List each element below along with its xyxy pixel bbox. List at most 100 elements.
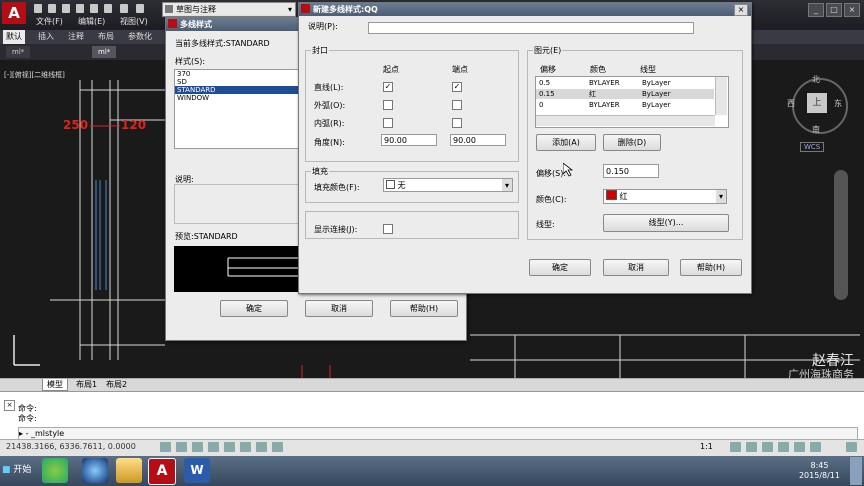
cap-outer-arc-end-checkbox[interactable] xyxy=(452,100,462,110)
elements-horizontal-scrollbar[interactable] xyxy=(536,115,715,126)
compass-east[interactable]: 东 xyxy=(834,98,842,109)
new-file-icon[interactable] xyxy=(34,4,42,13)
fill-color-dropdown[interactable]: 无 ▾ xyxy=(383,178,513,192)
clock[interactable]: 8:45 2015/8/11 xyxy=(799,461,840,481)
element-row-selected[interactable]: 0.15 红 ByLayer xyxy=(536,89,714,99)
wcs-menu[interactable]: WCS xyxy=(800,142,825,152)
otrack-icon[interactable] xyxy=(256,442,267,452)
minimize-button[interactable]: _ xyxy=(808,3,824,17)
annotation-visibility-icon[interactable] xyxy=(730,442,741,452)
style-item-standard[interactable]: STANDARD xyxy=(175,86,299,94)
ok-button[interactable]: 确定 xyxy=(220,300,288,317)
lineweight-icon[interactable] xyxy=(272,442,283,452)
doc-tab-1[interactable]: ml* xyxy=(6,46,31,58)
cap-line-start-checkbox[interactable]: ✓ xyxy=(383,82,393,92)
style-item-sd[interactable]: SD xyxy=(175,78,299,86)
autocad-small-icon xyxy=(301,4,310,13)
delete-element-button[interactable]: 删除(D) xyxy=(603,134,661,151)
start-button[interactable]: ■ 开始 xyxy=(2,460,36,480)
element-row[interactable]: 0.5 BYLAYER ByLayer xyxy=(536,78,714,88)
element-color: BYLAYER xyxy=(589,101,620,109)
tab-annotate[interactable]: 注释 xyxy=(65,30,87,44)
model-space-icon[interactable] xyxy=(160,442,171,452)
viewcube-top-face[interactable]: 上 xyxy=(807,93,827,113)
open-file-icon[interactable] xyxy=(48,4,56,13)
doc-tab-2[interactable]: ml* xyxy=(92,46,117,58)
close-icon[interactable]: × xyxy=(4,400,15,411)
element-color-dropdown[interactable]: 红 ▾ xyxy=(603,189,727,204)
tab-layout1[interactable]: 布局1 xyxy=(72,379,101,390)
word-icon[interactable]: W xyxy=(184,458,210,483)
elements-vertical-scrollbar[interactable] xyxy=(715,77,727,115)
annotation-scale[interactable]: 1:1 xyxy=(700,442,713,451)
element-row[interactable]: 0 BYLAYER ByLayer xyxy=(536,100,714,110)
help-button[interactable]: 帮助(H) xyxy=(680,259,742,276)
workspace-dropdown[interactable]: 草图与注释 ▾ xyxy=(162,2,296,17)
linetype-button[interactable]: 线型(Y)... xyxy=(603,214,729,232)
save-as-icon[interactable] xyxy=(76,4,84,13)
lock-icon[interactable] xyxy=(762,442,773,452)
viewport-controls-label[interactable]: [-][俯视][二维线框] xyxy=(4,70,65,80)
save-icon[interactable] xyxy=(62,4,70,13)
hardware-acceleration-icon[interactable] xyxy=(794,442,805,452)
system-tray[interactable] xyxy=(650,463,800,477)
navigation-bar[interactable] xyxy=(834,170,848,300)
autocad-taskbar-icon[interactable]: A xyxy=(148,458,176,485)
elements-header-color: 颜色 xyxy=(590,65,606,74)
offset-input[interactable]: 0.150 xyxy=(603,164,659,178)
tab-parametric[interactable]: 参数化 xyxy=(125,30,155,44)
clean-screen-icon[interactable] xyxy=(810,442,821,452)
cap-angle-end-input[interactable]: 90.00 xyxy=(450,134,506,146)
file-explorer-icon[interactable] xyxy=(116,458,142,483)
restore-button[interactable]: □ xyxy=(826,3,842,17)
menu-file[interactable]: 文件(F) xyxy=(36,16,63,27)
cap-outer-arc-start-checkbox[interactable] xyxy=(383,100,393,110)
style-item-370[interactable]: 370 xyxy=(175,70,299,78)
tab-insert[interactable]: 插入 xyxy=(35,30,57,44)
style-item-window[interactable]: WINDOW xyxy=(175,94,299,102)
osnap-icon[interactable] xyxy=(240,442,251,452)
styles-list[interactable]: 370 SD STANDARD WINDOW xyxy=(174,69,300,149)
print-icon[interactable] xyxy=(90,4,98,13)
polar-icon[interactable] xyxy=(224,442,235,452)
styles-label: 样式(S): xyxy=(175,57,206,66)
snap-icon[interactable] xyxy=(192,442,203,452)
cap-angle-start-input[interactable]: 90.00 xyxy=(381,134,437,146)
cap-inner-arc-start-checkbox[interactable] xyxy=(383,118,393,128)
cap-line-end-checkbox[interactable]: ✓ xyxy=(452,82,462,92)
offset-label: 偏移(S): xyxy=(536,169,567,178)
cancel-button[interactable]: 取消 xyxy=(603,259,669,276)
compass-north[interactable]: 北 xyxy=(812,74,820,85)
redo-icon[interactable] xyxy=(136,4,144,13)
workspace-switch-icon[interactable] xyxy=(746,442,757,452)
tab-layout[interactable]: 布局 xyxy=(95,30,117,44)
ok-button[interactable]: 确定 xyxy=(529,259,591,276)
tab-model[interactable]: 模型 xyxy=(42,379,68,391)
description-input[interactable] xyxy=(368,22,694,34)
media-center-icon[interactable] xyxy=(42,458,68,483)
ortho-icon[interactable] xyxy=(208,442,219,452)
add-element-button[interactable]: 添加(A) xyxy=(536,134,596,151)
cancel-button[interactable]: 取消 xyxy=(305,300,373,317)
isolate-objects-icon[interactable] xyxy=(778,442,789,452)
customize-icon[interactable] xyxy=(846,442,857,452)
plot-icon[interactable] xyxy=(104,4,112,13)
close-button[interactable]: × xyxy=(844,3,860,17)
help-button[interactable]: 帮助(H) xyxy=(390,300,458,317)
dialog-close-button[interactable]: × xyxy=(734,4,748,16)
internet-explorer-icon[interactable] xyxy=(82,458,108,483)
compass-south[interactable]: 南 xyxy=(812,124,820,135)
display-joints-checkbox[interactable] xyxy=(383,224,393,234)
display-joints-label: 显示连接(J): xyxy=(314,225,358,234)
undo-icon[interactable] xyxy=(120,4,128,13)
menu-edit[interactable]: 编辑(E) xyxy=(78,16,105,27)
grid-icon[interactable] xyxy=(176,442,187,452)
compass-west[interactable]: 西 xyxy=(787,98,795,109)
show-desktop-button[interactable] xyxy=(850,457,862,485)
tab-layout2[interactable]: 布局2 xyxy=(102,379,131,390)
cap-inner-arc-end-checkbox[interactable] xyxy=(452,118,462,128)
tab-default[interactable]: 默认 xyxy=(3,30,25,44)
color-swatch-icon xyxy=(386,180,395,189)
autocad-logo-icon[interactable]: A xyxy=(2,2,26,24)
menu-view[interactable]: 视图(V) xyxy=(120,16,148,27)
